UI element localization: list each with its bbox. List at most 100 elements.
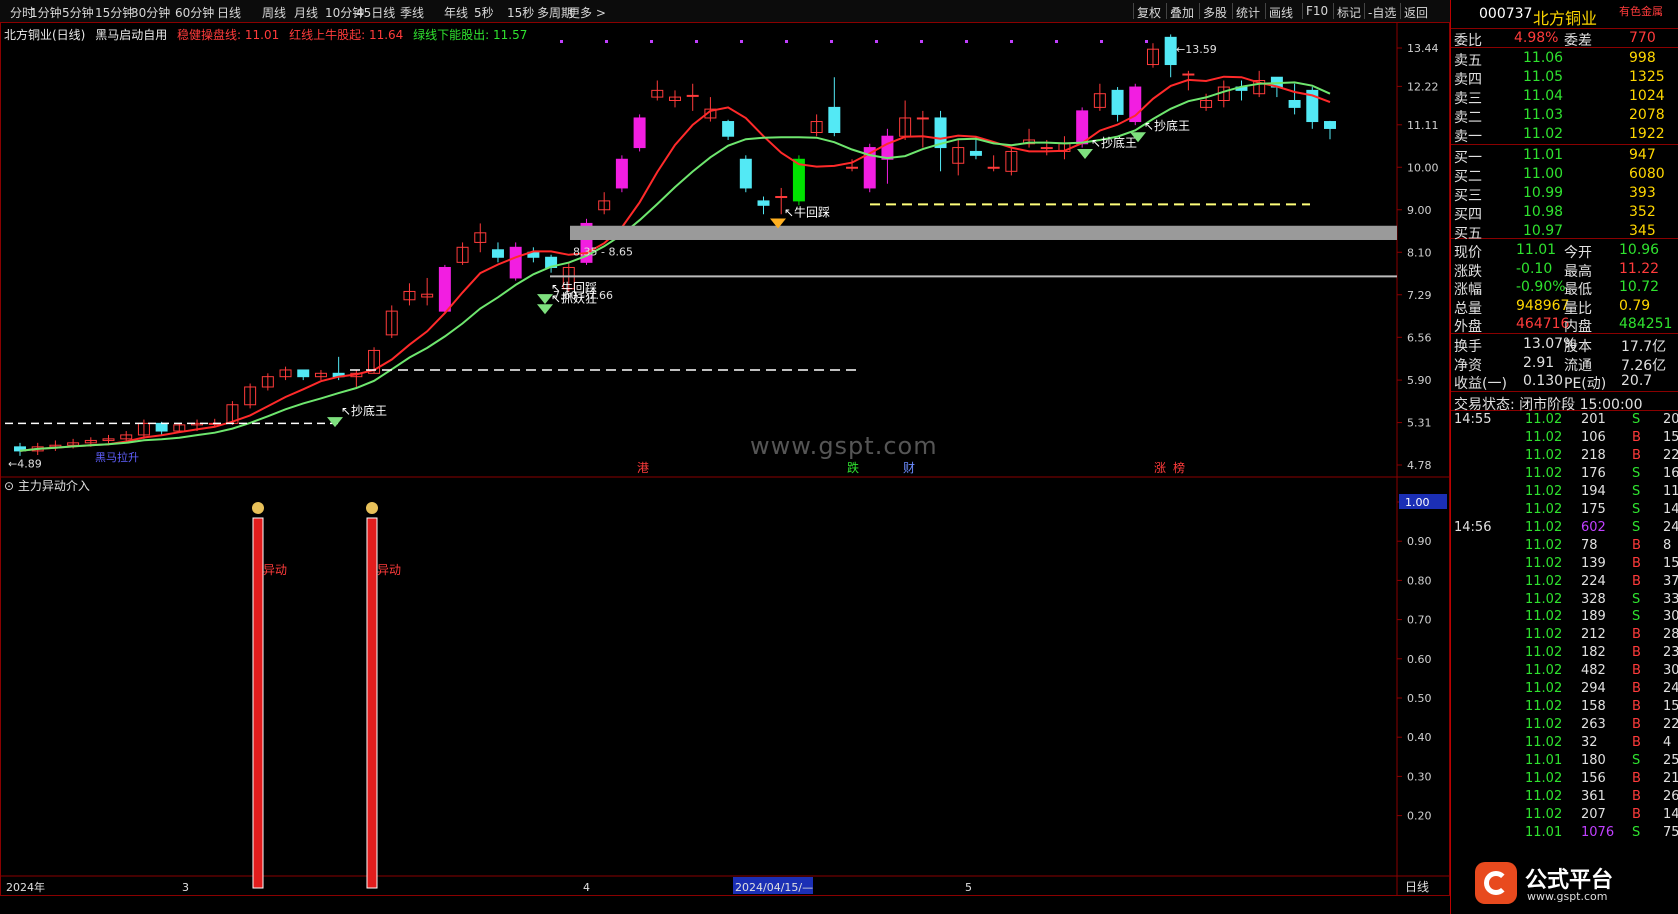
stat2-row-0: 换手 13.07% 股本 17.7亿 — [1454, 336, 1667, 355]
top-dot-mark — [560, 40, 563, 43]
period-tab-6[interactable]: 日线 — [217, 4, 241, 21]
stat-row-3: 总量 948967 量比 0.79 — [1454, 297, 1651, 317]
top-dot-mark — [695, 40, 698, 43]
candle-body — [828, 106, 841, 133]
date-tick-2: 4 — [583, 881, 590, 894]
tick-row: 11.02 361 B 26 — [1525, 788, 1678, 804]
sub-chart-title[interactable]: ⊙ 主力异动介入 — [4, 477, 90, 494]
period-tab-1[interactable]: 1分钟 — [30, 4, 62, 21]
ask-row-5: 卖五 11.06 998 — [1454, 50, 1656, 69]
period-tab-11[interactable]: 季线 — [400, 4, 424, 21]
toolbar-tool-7[interactable]: -自选 — [1368, 4, 1396, 21]
money-bag-icon — [366, 502, 378, 514]
ask-row-1: 卖一 11.02 1922 — [1454, 126, 1665, 145]
candle-body — [739, 158, 752, 189]
period-tab-8[interactable]: 月线 — [294, 4, 318, 21]
tick-row: 11.02 224 B 37 — [1525, 573, 1678, 589]
date-tick-3: 2024/04/15/— — [735, 881, 813, 894]
candle-body — [916, 117, 929, 120]
candle-body — [969, 150, 982, 156]
period-tab-12[interactable]: 年线 — [444, 4, 468, 21]
price-tick-4: 9.00 — [1407, 204, 1432, 217]
price-tick-7: 6.56 — [1407, 331, 1432, 344]
trade-state-row: 交易状态: 闭市阶段 15:00:00 — [1454, 397, 1643, 413]
toolbar-tool-6[interactable]: 标记 — [1337, 4, 1361, 21]
chart-header: 北方铜业(日线) 黑马启动自用 稳健操盘线: 11.01 红线上牛股起: 11.… — [4, 26, 533, 43]
indicator-line2: 红线上牛股起: 11.64 — [289, 28, 404, 42]
sub-axis-tick-3: 0.70 — [1407, 614, 1432, 627]
kline-chart[interactable]: 13.44 12.22 11.11 10.00 9.00 8.10 7.29 6.56 5.90… — [0, 22, 1450, 898]
chart-frame — [0, 22, 1450, 896]
event-marker: 涨 — [1154, 460, 1166, 475]
candle-body — [297, 369, 310, 378]
price-tick-10: 4.78 — [1407, 459, 1432, 472]
stat2-row-2: 收益(一) 0.130 PE(动) 20.7 — [1454, 373, 1653, 392]
indicator-name[interactable]: 黑马启动自用 — [95, 28, 167, 42]
candle-body — [1324, 121, 1336, 129]
stat-row-1: 涨跌 -0.10 最高 11.22 — [1454, 260, 1660, 280]
quote-panel: 000737 北方铜业 有色金属 委比 4.98% 委差 770 卖五 11.06 998 卖四 11… — [1450, 0, 1678, 914]
top-dot-mark — [920, 40, 923, 43]
tick-row: 11.02 294 B 24 — [1525, 681, 1678, 697]
tick-row: 11.01 180 S 25 — [1525, 753, 1678, 769]
ask-row-2: 卖二 11.03 2078 — [1454, 107, 1665, 126]
toolbar-tool-8[interactable]: 返回 — [1404, 4, 1428, 21]
date-tick-4: 5 — [965, 881, 972, 894]
tick-row: 11.02 328 S 33 — [1525, 591, 1678, 607]
indicator-line3: 绿线下能股出: 11.57 — [413, 28, 528, 42]
sub-axis-tick-2: 0.80 — [1407, 574, 1432, 587]
price-tick-8: 5.90 — [1407, 374, 1432, 387]
tick-row: 11.01 1076 S 75 — [1525, 824, 1678, 840]
period-tab-14[interactable]: 15秒 — [507, 4, 534, 21]
toolbar-tool-2[interactable]: 多股 — [1203, 4, 1227, 21]
top-dot-mark — [650, 40, 653, 43]
tick-row: 11.02 139 B 15 — [1525, 555, 1678, 571]
candle-body — [722, 121, 735, 137]
price-tick-0: 13.44 — [1407, 42, 1439, 55]
bid-row-2: 买二 11.00 6080 — [1454, 166, 1665, 185]
stock-name: 北方铜业 — [1533, 9, 1598, 28]
signal-label: ↖抓妖狂 — [551, 291, 597, 305]
event-marker: 港 — [637, 461, 649, 475]
top-dot-mark — [965, 40, 968, 43]
tick-row: 11.02 32 B 4 — [1525, 735, 1672, 751]
toolbar-tool-0[interactable]: 复权 — [1137, 4, 1161, 21]
collapse-icon[interactable]: ⊙ — [4, 479, 14, 493]
event-marker: 财 — [903, 461, 915, 475]
toolbar-tool-3[interactable]: 统计 — [1236, 4, 1260, 21]
period-tab-7[interactable]: 周线 — [262, 4, 286, 21]
period-tab-5[interactable]: 60分钟 — [175, 4, 214, 21]
stock-period-label[interactable]: 北方铜业(日线) — [4, 28, 85, 42]
toolbar-tool-4[interactable]: 画线 — [1269, 4, 1293, 21]
tick-row: 11.02 156 B 21 — [1525, 771, 1678, 786]
price-tick-5: 8.10 — [1407, 246, 1432, 259]
candle-body — [881, 135, 894, 160]
candle-body — [987, 166, 1000, 169]
low-price-label: ←4.89 — [8, 457, 42, 470]
money-bag-icon — [252, 502, 264, 514]
period-tab-10[interactable]: 45日线 — [356, 4, 395, 21]
price-tick-2: 11.11 — [1407, 119, 1439, 132]
toolbar-tool-5[interactable]: F10 — [1306, 4, 1328, 18]
quote-header[interactable]: 000737 北方铜业 有色金属 — [1451, 0, 1678, 28]
sub-axis-tick-1: 0.90 — [1407, 535, 1432, 548]
period-tab-13[interactable]: 5秒 — [474, 4, 494, 21]
period-tab-16[interactable]: 更多 > — [568, 4, 606, 21]
toolbar-tool-1[interactable]: 叠加 — [1170, 4, 1194, 21]
zone-band-1 — [570, 225, 1397, 240]
sector-badge[interactable]: 有色金属 — [1619, 3, 1663, 19]
signal-label: ↖抄底王 — [1144, 118, 1190, 133]
tick-row: 11.02 176 S 16 — [1525, 465, 1678, 481]
top-dot-mark — [785, 40, 788, 43]
anomaly-bar — [252, 517, 264, 889]
bid-row-5: 买五 10.97 345 — [1454, 223, 1656, 242]
bid-row-3: 买三 10.99 393 — [1454, 185, 1656, 204]
period-tab-3[interactable]: 15分钟 — [95, 4, 134, 21]
candle-body — [633, 117, 646, 149]
top-dot-mark — [1010, 40, 1013, 43]
period-toolbar: 分时 1分钟 5分钟 15分钟 30分钟 60分钟 日线 周线 月线 10分钟 45日线 季线 年线 5秒… — [0, 0, 1450, 23]
period-tab-4[interactable]: 30分钟 — [131, 4, 170, 21]
logo-g-icon — [1475, 862, 1517, 904]
period-tab-2[interactable]: 5分钟 — [62, 4, 94, 21]
candle-body — [1076, 110, 1089, 145]
